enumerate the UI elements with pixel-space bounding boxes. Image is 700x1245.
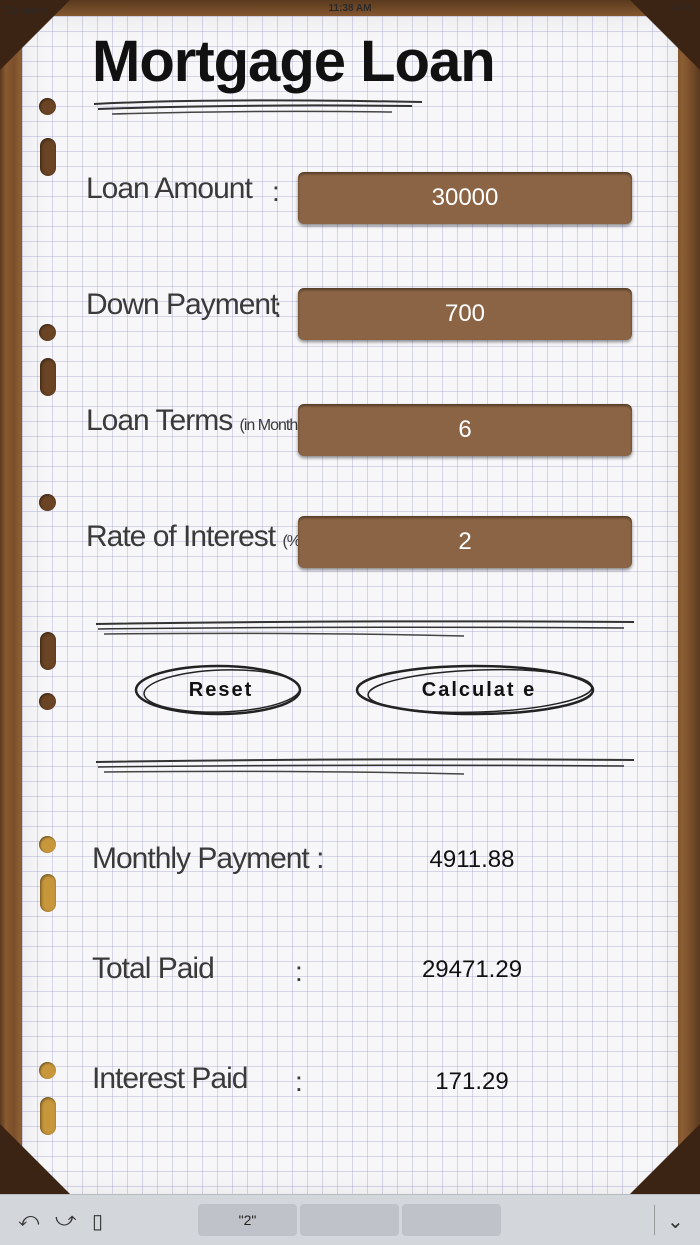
clock: 11:38 AM — [328, 3, 372, 14]
wood-board-right — [676, 0, 700, 1194]
undo-icon[interactable]: ⤺ — [18, 1209, 39, 1232]
colon: : — [274, 292, 282, 323]
binder-hole — [39, 324, 56, 341]
suggestion-3[interactable] — [402, 1204, 501, 1236]
title-underline-scribble — [93, 99, 423, 115]
colon: : — [295, 1066, 303, 1097]
suggestion-1[interactable]: "2" — [198, 1204, 297, 1236]
reset-button[interactable]: Reset — [130, 660, 312, 720]
binder-hole — [39, 1062, 56, 1079]
binder-ring — [40, 874, 56, 912]
interest-rate-input[interactable]: 2 — [298, 516, 632, 568]
corner-bottom-left — [0, 1124, 70, 1194]
binder-hole — [39, 836, 56, 853]
loan-amount-label: Loan Amount — [86, 172, 253, 205]
binder-hole — [39, 98, 56, 115]
monthly-payment-label: Monthly Payment : — [92, 842, 324, 875]
calculate-button[interactable]: Calculat e — [350, 660, 608, 720]
redo-icon[interactable]: ⤻ — [55, 1209, 76, 1232]
binder-ring — [40, 632, 56, 670]
paste-icon[interactable]: ▯ — [92, 1209, 103, 1234]
divider — [654, 1205, 655, 1235]
down-payment-label: Down Payment — [86, 288, 278, 321]
loan-terms-input[interactable]: 6 — [298, 404, 632, 456]
keyboard-shortcut-bar: ⤺ ⤻ ▯ "2" ⌄ — [0, 1194, 700, 1245]
interest-paid-value: 171.29 — [435, 1068, 509, 1095]
divider-scribble — [95, 758, 635, 775]
monthly-payment-value: 4911.88 — [429, 846, 515, 873]
battery-indicator: 44% — [671, 3, 692, 14]
status-bar: Carrier ᯤ 11:38 AM 44% — [0, 0, 700, 18]
loan-terms-label: Loan Terms (in Months): — [86, 404, 317, 437]
interest-rate-label: Rate of Interest (%): — [86, 520, 313, 553]
binder-hole — [39, 494, 56, 511]
corner-bottom-right — [630, 1124, 700, 1194]
reset-button-label: Reset — [188, 678, 254, 701]
suggestion-2[interactable] — [300, 1204, 399, 1236]
interest-paid-label: Interest Paid — [92, 1062, 248, 1095]
colon: : — [295, 956, 303, 987]
binder-ring — [40, 138, 56, 176]
binder-hole — [39, 693, 56, 710]
down-payment-input[interactable]: 700 — [298, 288, 632, 340]
loan-amount-input[interactable]: 30000 — [298, 172, 632, 224]
page-title: Mortgage Loan — [92, 29, 496, 94]
total-paid-label: Total Paid — [92, 952, 215, 985]
chevron-down-icon[interactable]: ⌄ — [667, 1209, 684, 1234]
total-paid-value: 29471.29 — [421, 956, 523, 983]
binder-ring — [40, 1097, 56, 1135]
calculate-button-label: Calculat e — [421, 678, 537, 701]
colon: : — [272, 176, 280, 207]
binder-ring — [40, 358, 56, 396]
divider-scribble — [95, 620, 635, 637]
